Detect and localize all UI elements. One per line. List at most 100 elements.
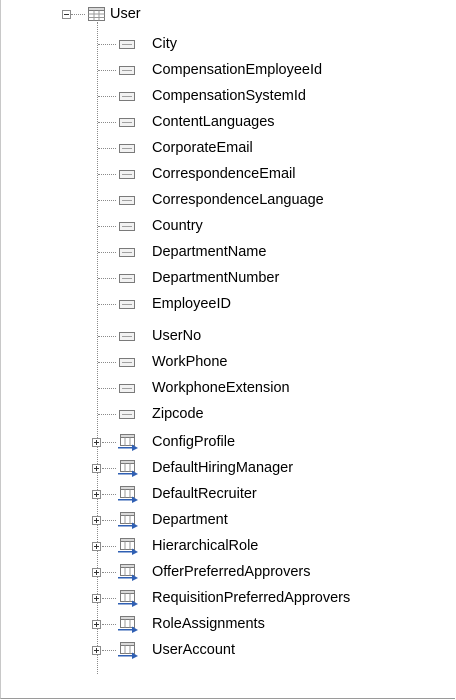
tree-node-department[interactable]: Department bbox=[152, 510, 228, 530]
tree-node-label: DepartmentNumber bbox=[152, 270, 280, 286]
tree-connector bbox=[102, 468, 116, 469]
relation-icon bbox=[118, 538, 138, 555]
tree-node-default-hiring-manager[interactable]: DefaultHiringManager bbox=[152, 458, 293, 478]
tree-node-label: CorrespondenceEmail bbox=[152, 166, 296, 182]
tree-node-label: HierarchicalRole bbox=[152, 538, 259, 554]
tree-node-user[interactable]: User bbox=[110, 4, 141, 24]
expand-toggle-department[interactable] bbox=[92, 516, 101, 525]
tree-node-label: RoleAssignments bbox=[152, 616, 265, 632]
tree-connector bbox=[98, 304, 116, 305]
expand-toggle-user-account[interactable] bbox=[92, 646, 101, 655]
expand-toggle-default-recruiter[interactable] bbox=[92, 490, 101, 499]
tree-node-config-profile[interactable]: ConfigProfile bbox=[152, 432, 235, 452]
tree-node-requisition-preferred-approvers[interactable]: RequisitionPreferredApprovers bbox=[152, 588, 350, 608]
field-icon bbox=[119, 358, 135, 367]
tree-node-corporate-email[interactable]: CorporateEmail bbox=[152, 138, 253, 158]
tree-node-label: CompensationSystemId bbox=[152, 88, 306, 104]
table-icon bbox=[88, 7, 105, 21]
tree-node-label: Country bbox=[152, 218, 203, 234]
expand-toggle-hierarchical-role[interactable] bbox=[92, 542, 101, 551]
tree-node-label: City bbox=[152, 36, 177, 52]
relation-icon bbox=[118, 434, 138, 451]
relation-icon bbox=[118, 590, 138, 607]
tree-node-department-number[interactable]: DepartmentNumber bbox=[152, 268, 279, 288]
tree-node-label: UserAccount bbox=[152, 642, 236, 658]
expand-toggle-role-assignments[interactable] bbox=[92, 620, 101, 629]
tree-node-workphone-extension[interactable]: WorkphoneExtension bbox=[152, 378, 290, 398]
tree-node-label: ConfigProfile bbox=[152, 434, 236, 450]
tree-node-department-name[interactable]: DepartmentName bbox=[152, 242, 266, 262]
tree-node-role-assignments[interactable]: RoleAssignments bbox=[152, 614, 265, 634]
tree-node-label: CorrespondenceLanguage bbox=[152, 192, 324, 208]
field-icon bbox=[119, 300, 135, 309]
tree-node-label: CorporateEmail bbox=[152, 140, 253, 156]
field-icon bbox=[119, 118, 135, 127]
field-icon bbox=[119, 66, 135, 75]
tree-node-label: Zipcode bbox=[152, 406, 204, 422]
tree-node-label: OfferPreferredApprovers bbox=[152, 564, 311, 580]
tree-connector bbox=[98, 148, 116, 149]
relation-icon bbox=[118, 512, 138, 529]
collapse-toggle-user[interactable] bbox=[62, 10, 71, 19]
tree-node-correspondence-language[interactable]: CorrespondenceLanguage bbox=[152, 190, 324, 210]
tree-connector bbox=[98, 414, 116, 415]
tree-node-user-no[interactable]: UserNo bbox=[152, 326, 201, 346]
tree-connector bbox=[102, 520, 116, 521]
expand-toggle-requisition-preferred-approvers[interactable] bbox=[92, 594, 101, 603]
tree-node-zipcode[interactable]: Zipcode bbox=[152, 404, 204, 424]
tree-view[interactable]: User City CompensationEmployeeId Compensat… bbox=[0, 0, 456, 700]
tree-connector bbox=[102, 624, 116, 625]
field-icon bbox=[119, 332, 135, 341]
tree-connector bbox=[102, 572, 116, 573]
tree-connector bbox=[98, 44, 116, 45]
tree-node-label: WorkphoneExtension bbox=[152, 380, 290, 396]
tree-node-default-recruiter[interactable]: DefaultRecruiter bbox=[152, 484, 257, 504]
tree-node-employee-id[interactable]: EmployeeID bbox=[152, 294, 231, 314]
tree-node-correspondence-email[interactable]: CorrespondenceEmail bbox=[152, 164, 295, 184]
expand-toggle-config-profile[interactable] bbox=[92, 438, 101, 447]
tree-node-label: EmployeeID bbox=[152, 296, 231, 312]
tree-connector bbox=[98, 388, 116, 389]
tree-node-label: Department bbox=[152, 512, 228, 528]
field-icon bbox=[119, 274, 135, 283]
tree-node-label: CompensationEmployeeId bbox=[152, 62, 323, 78]
tree-connector bbox=[98, 278, 116, 279]
tree-connector bbox=[102, 598, 116, 599]
tree-node-label: UserNo bbox=[152, 328, 202, 344]
tree-connector bbox=[98, 362, 116, 363]
tree-connector bbox=[98, 200, 116, 201]
tree-node-content-languages[interactable]: ContentLanguages bbox=[152, 112, 275, 132]
tree-node-label: User bbox=[110, 6, 141, 22]
tree-connector bbox=[98, 70, 116, 71]
relation-icon bbox=[118, 616, 138, 633]
tree-node-compensation-system-id[interactable]: CompensationSystemId bbox=[152, 86, 306, 106]
expand-toggle-default-hiring-manager[interactable] bbox=[92, 464, 101, 473]
field-icon bbox=[119, 222, 135, 231]
field-icon bbox=[119, 248, 135, 257]
tree-node-city[interactable]: City bbox=[152, 34, 177, 54]
tree-node-compensation-employee-id[interactable]: CompensationEmployeeId bbox=[152, 60, 322, 80]
tree-connector bbox=[102, 546, 116, 547]
tree-connector bbox=[102, 442, 116, 443]
tree-node-label: DefaultRecruiter bbox=[152, 486, 257, 502]
relation-icon bbox=[118, 486, 138, 503]
relation-icon bbox=[118, 460, 138, 477]
field-icon bbox=[119, 144, 135, 153]
relation-icon bbox=[118, 564, 138, 581]
tree-node-label: DepartmentName bbox=[152, 244, 267, 260]
tree-connector bbox=[98, 226, 116, 227]
tree-connector bbox=[98, 122, 116, 123]
tree-connector bbox=[71, 14, 85, 15]
tree-connector bbox=[98, 174, 116, 175]
field-icon bbox=[119, 40, 135, 49]
tree-node-work-phone[interactable]: WorkPhone bbox=[152, 352, 228, 372]
tree-node-offer-preferred-approvers[interactable]: OfferPreferredApprovers bbox=[152, 562, 311, 582]
tree-node-user-account[interactable]: UserAccount bbox=[152, 640, 235, 660]
field-icon bbox=[119, 384, 135, 393]
tree-connector bbox=[98, 96, 116, 97]
tree-node-label: RequisitionPreferredApprovers bbox=[152, 590, 351, 606]
expand-toggle-offer-preferred-approvers[interactable] bbox=[92, 568, 101, 577]
tree-node-country[interactable]: Country bbox=[152, 216, 203, 236]
field-icon bbox=[119, 410, 135, 419]
tree-node-hierarchical-role[interactable]: HierarchicalRole bbox=[152, 536, 258, 556]
